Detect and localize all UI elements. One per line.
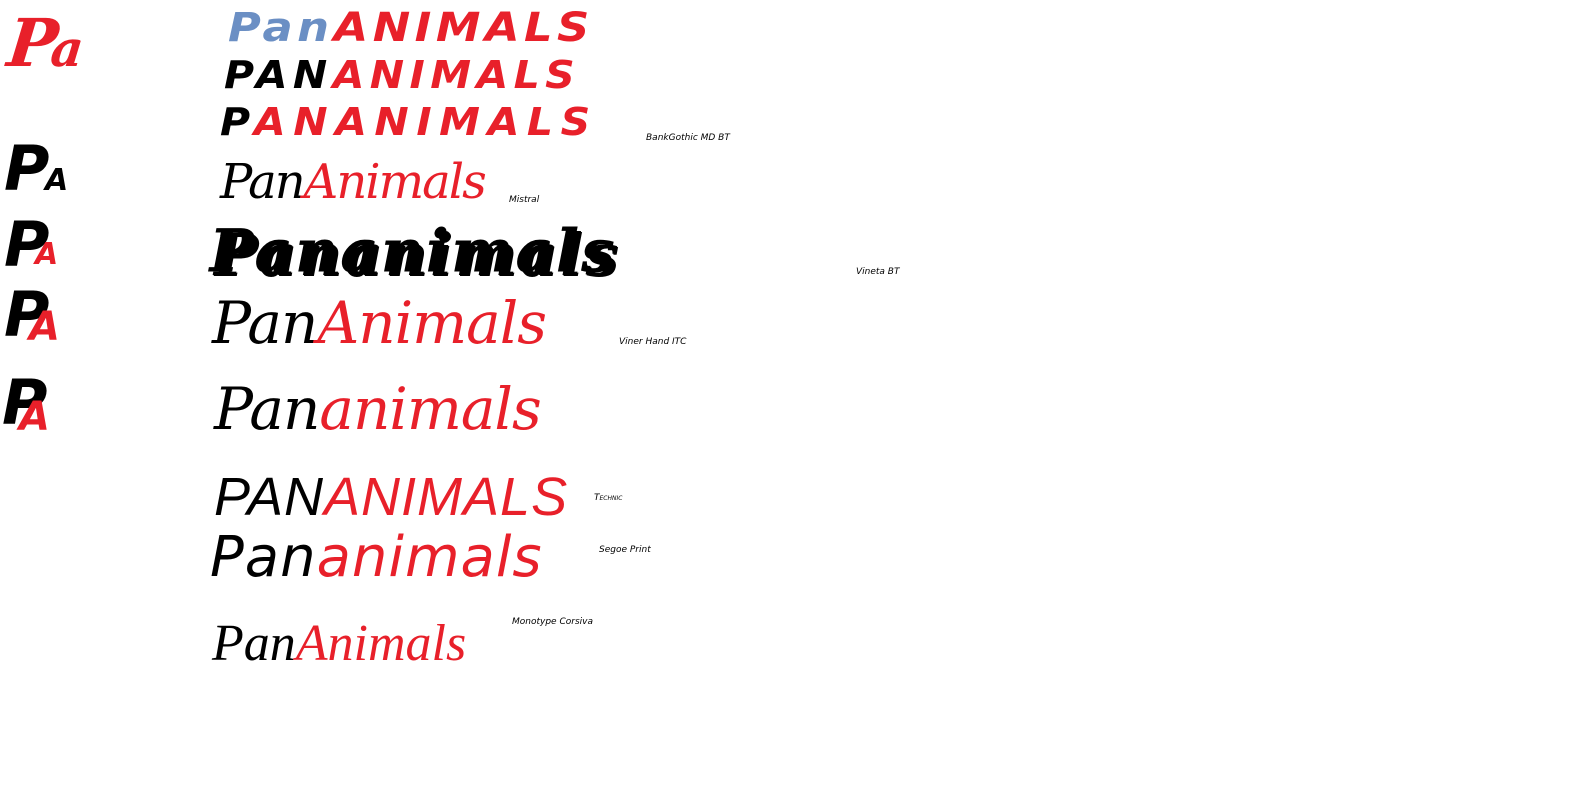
logo-part-pan: Pan — [212, 615, 296, 672]
logo-part-pan: Pan — [210, 525, 317, 590]
monogram-pa-red-a: P A — [4, 284, 60, 348]
font-label: Vineta BT — [856, 267, 900, 277]
logo-sample-7: Pananimals — [214, 380, 542, 438]
font-label: Segoe Print — [599, 545, 651, 555]
logo-part-animals: ananimals — [253, 100, 598, 144]
logo-sample-2: Pananimals — [224, 56, 580, 94]
logo-part-pan: Pan — [220, 154, 306, 210]
font-label: Technic — [594, 493, 623, 503]
logo-part-animals: animals — [319, 375, 541, 443]
logo-part-animals: Animals — [324, 467, 569, 527]
logo-part-pan: Pan — [224, 53, 333, 97]
monogram-a: A — [35, 237, 59, 272]
logo-sample-5: Pananimals — [209, 222, 617, 281]
logo-part-animals: Animals — [303, 154, 487, 210]
logo-part-pan: Pan — [214, 375, 320, 443]
monogram-pa-script: Pa — [4, 4, 82, 82]
font-label: Monotype Corsiva — [512, 617, 593, 627]
logo-sample-9: Pananimals — [210, 530, 543, 586]
logo-sample-4: PanAnimals — [220, 158, 487, 206]
logo-part-pan: Pan — [214, 467, 325, 527]
font-label: Viner Hand ITC — [619, 337, 687, 347]
logo-part-animals: animals — [333, 5, 594, 51]
monogram-p: P — [4, 208, 50, 281]
monogram-pa-inset: P A — [4, 214, 59, 276]
logo-part-pananimals: Pananimals — [209, 217, 618, 285]
monogram-a: A — [29, 304, 60, 350]
logo-part-pan: Pan — [228, 5, 334, 51]
monogram-a: A — [19, 394, 50, 440]
logo-part-animals: Animals — [317, 289, 547, 357]
font-label: BankGothic MD BT — [646, 133, 730, 143]
logo-part-animals: animals — [332, 53, 581, 97]
logo-part-pan: Pan — [212, 289, 318, 357]
logo-sample-6: PanAnimals — [212, 294, 547, 352]
logo-part-animals: animals — [316, 525, 543, 590]
logo-part-pan: P — [220, 100, 254, 144]
monogram-pa-stacked: P A — [4, 138, 69, 200]
logo-sample-1: Pananimals — [228, 8, 594, 48]
logo-sample-10: PanAnimals — [212, 618, 466, 670]
monogram-a: a — [47, 19, 81, 78]
logo-sample-8: PanAnimals — [214, 470, 568, 524]
monogram-p: P — [4, 132, 50, 205]
monogram-pa-overlap: P A — [2, 372, 50, 438]
font-label: Mistral — [509, 195, 540, 205]
logo-part-animals: Animals — [295, 615, 467, 672]
logo-sample-3: Pananimals — [220, 103, 598, 141]
monogram-a: A — [45, 163, 69, 198]
